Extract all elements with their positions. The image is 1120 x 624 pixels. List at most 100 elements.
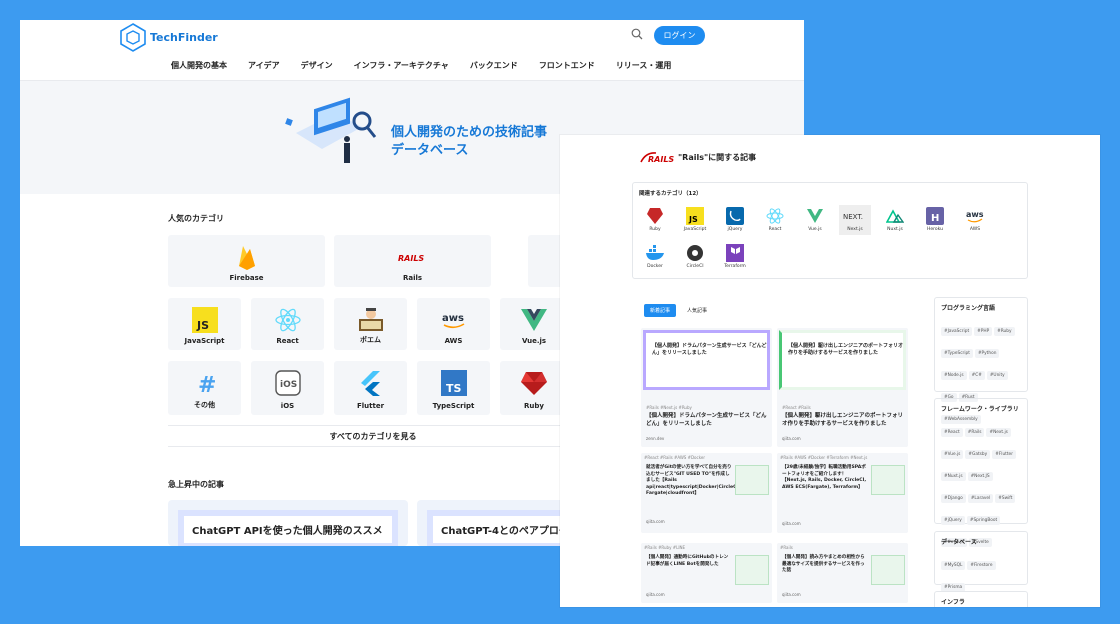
aws-icon: aws bbox=[442, 313, 464, 329]
category-vue[interactable]: Vue.js bbox=[500, 298, 568, 350]
tag-chip[interactable]: #Ruby bbox=[994, 327, 1015, 336]
view-all-categories-link[interactable]: すべてのカテゴリを見る bbox=[168, 425, 578, 447]
nav-item[interactable]: 個人開発の基本 bbox=[171, 60, 227, 80]
nav-item[interactable]: アイデア bbox=[248, 60, 280, 80]
tag-chip[interactable]: #Gatsby bbox=[965, 450, 991, 459]
tag-chip[interactable]: #Django bbox=[941, 494, 966, 503]
category-ruby[interactable]: Ruby bbox=[500, 361, 568, 415]
tag-chip[interactable]: #Rails bbox=[964, 428, 985, 437]
tag-chip[interactable]: #Nuxt.js bbox=[941, 472, 966, 481]
category-firebase[interactable]: Firebase bbox=[168, 235, 325, 287]
article-thumbnail bbox=[735, 555, 769, 585]
heroku-icon: H bbox=[926, 207, 944, 225]
tile-label: JavaScript bbox=[683, 227, 707, 232]
tag-chip[interactable]: #Python bbox=[974, 349, 1000, 358]
tag-chip[interactable]: #TypeScript bbox=[941, 349, 973, 358]
category-other[interactable]: # その他 bbox=[168, 361, 241, 415]
article-card[interactable]: 【個人開発】ドラムパターン生成サービス「どんどん」をリリースしました #Rail… bbox=[641, 328, 772, 447]
category-rails[interactable]: RAILS Rails bbox=[334, 235, 491, 287]
svg-text:JS: JS bbox=[196, 319, 209, 332]
category-aws[interactable]: aws AWS bbox=[417, 298, 490, 350]
related-nextjs[interactable]: NEXT. Next.js bbox=[839, 205, 871, 235]
tile-label: Heroku bbox=[927, 227, 943, 232]
svg-text:NEXT.: NEXT. bbox=[843, 213, 863, 221]
react-icon bbox=[274, 308, 301, 332]
tag-chip[interactable]: #jQuery bbox=[941, 516, 965, 525]
nav-item[interactable]: バックエンド bbox=[470, 60, 518, 80]
rails-articles-window: RAILS "Rails"に関する記事 関連するカテゴリ（12） Ruby JS… bbox=[560, 135, 1100, 607]
article-card[interactable]: #Rails #AWS #Docker #Terraform #Next.js … bbox=[777, 453, 908, 533]
trending-card[interactable]: ChatGPT APIを使った個人開発のススメ bbox=[168, 500, 408, 546]
tag-chip[interactable]: #C# bbox=[968, 371, 985, 380]
article-tags: #React #Rails bbox=[782, 405, 811, 410]
jquery-icon bbox=[726, 207, 744, 225]
related-jquery[interactable]: jQuery bbox=[719, 205, 751, 235]
related-vue[interactable]: Vue.js bbox=[799, 205, 831, 235]
trending-card-thumb: ChatGPT APIを使った個人開発のススメ bbox=[178, 510, 398, 546]
category-flutter[interactable]: Flutter bbox=[334, 361, 407, 415]
nav-item[interactable]: デザイン bbox=[301, 60, 333, 80]
tile-label: jQuery bbox=[727, 227, 743, 232]
login-button[interactable]: ログイン bbox=[654, 26, 705, 45]
svg-text:TS: TS bbox=[446, 382, 462, 395]
nav-item[interactable]: インフラ・アーキテクチャ bbox=[354, 60, 449, 80]
tag-chip[interactable]: #MySQL bbox=[941, 561, 966, 570]
article-tags: #React #Rails #AWS #Docker bbox=[644, 455, 705, 460]
article-card[interactable]: #Rails #Ruby #LINE 【個人開発】通勤時にGitHubのトレンド… bbox=[641, 543, 772, 603]
tag-chip[interactable]: #Laravel bbox=[967, 494, 994, 503]
article-card[interactable]: 【個人開発】駆け出しエンジニアのポートフォリオ作りを手助けするサービスを作りまし… bbox=[777, 328, 908, 447]
tag-chip[interactable]: #Vue.js bbox=[941, 450, 964, 459]
related-react[interactable]: React bbox=[759, 205, 791, 235]
header: TechFinder ログイン bbox=[20, 20, 804, 60]
logo[interactable]: TechFinder bbox=[119, 22, 218, 52]
tag-chip[interactable]: #Swift bbox=[995, 494, 1016, 503]
aws-icon: aws bbox=[966, 210, 984, 223]
related-docker[interactable]: Docker bbox=[639, 242, 671, 272]
article-card[interactable]: #React #Rails #AWS #Docker 就活者がGitの使い方を学… bbox=[641, 453, 772, 533]
related-javascript[interactable]: JS JavaScript bbox=[679, 205, 711, 235]
article-source: qiita.com bbox=[646, 592, 665, 597]
tab-new[interactable]: 新着記事 bbox=[644, 304, 677, 317]
trending-card[interactable]: ChatGPT-4とのペアプログ bbox=[417, 500, 580, 546]
tag-chip[interactable]: #PHP bbox=[974, 327, 993, 336]
tag-chip[interactable]: #Next.JS bbox=[967, 472, 993, 481]
poem-icon bbox=[358, 308, 383, 331]
ios-icon: iOS bbox=[274, 370, 301, 396]
article-title: 【個人開発】ドラムパターン生成サービス「どんどん」をリリースしました bbox=[646, 413, 767, 427]
svg-text:H: H bbox=[931, 213, 939, 224]
tag-chip[interactable]: #Flutter bbox=[992, 450, 1016, 459]
nextjs-icon: NEXT. bbox=[843, 213, 863, 221]
category-label: iOS bbox=[280, 402, 295, 410]
related-heroku[interactable]: H Heroku bbox=[919, 205, 951, 235]
tag-chip[interactable]: #Unity bbox=[986, 371, 1008, 380]
article-title: 就活者がGitの使い方を学べて自分を売り込むサービス"GIT USED TO"を… bbox=[646, 465, 750, 496]
javascript-icon: JS bbox=[191, 307, 218, 333]
nav-item[interactable]: リリース・運用 bbox=[616, 60, 672, 80]
related-aws[interactable]: aws AWS bbox=[959, 205, 991, 235]
related-nuxtjs[interactable]: Nuxt.js bbox=[879, 205, 911, 235]
category-typescript[interactable]: TS TypeScript bbox=[417, 361, 490, 415]
category-poem[interactable]: ポエム bbox=[334, 298, 407, 350]
tag-chip[interactable]: #Node.js bbox=[941, 371, 967, 380]
hash-icon: # bbox=[198, 373, 215, 396]
tag-chip[interactable]: #SpringBoot bbox=[966, 516, 1001, 525]
tab-popular[interactable]: 人気記事 bbox=[681, 304, 713, 317]
tag-chip[interactable]: #JavaScript bbox=[941, 327, 973, 336]
tag-chip[interactable]: #Next.js bbox=[986, 428, 1011, 437]
category-react[interactable]: React bbox=[251, 298, 324, 350]
trending-card-thumb: ChatGPT-4とのペアプログ bbox=[427, 510, 570, 546]
related-ruby[interactable]: Ruby bbox=[639, 205, 671, 235]
category-ios[interactable]: iOS iOS bbox=[251, 361, 324, 415]
category-javascript[interactable]: JS JavaScript bbox=[168, 298, 241, 350]
category-label: TypeScript bbox=[432, 402, 475, 410]
related-circleci[interactable]: CircleCI bbox=[679, 242, 711, 272]
category-label: Flutter bbox=[356, 402, 385, 410]
tag-chip[interactable]: #React bbox=[941, 428, 963, 437]
search-icon[interactable] bbox=[631, 28, 643, 40]
related-terraform[interactable]: Terraform bbox=[719, 242, 751, 272]
tag-list: #MySQL #Firestore#Prisma bbox=[941, 551, 1021, 595]
article-card[interactable]: #Rails 【個人開発】読み方やまとめの相性から最適なサイズを提供するサービス… bbox=[777, 543, 908, 603]
nav-item[interactable]: フロントエンド bbox=[539, 60, 595, 80]
category-label: AWS bbox=[444, 337, 463, 345]
tag-chip[interactable]: #Firestore bbox=[967, 561, 996, 570]
